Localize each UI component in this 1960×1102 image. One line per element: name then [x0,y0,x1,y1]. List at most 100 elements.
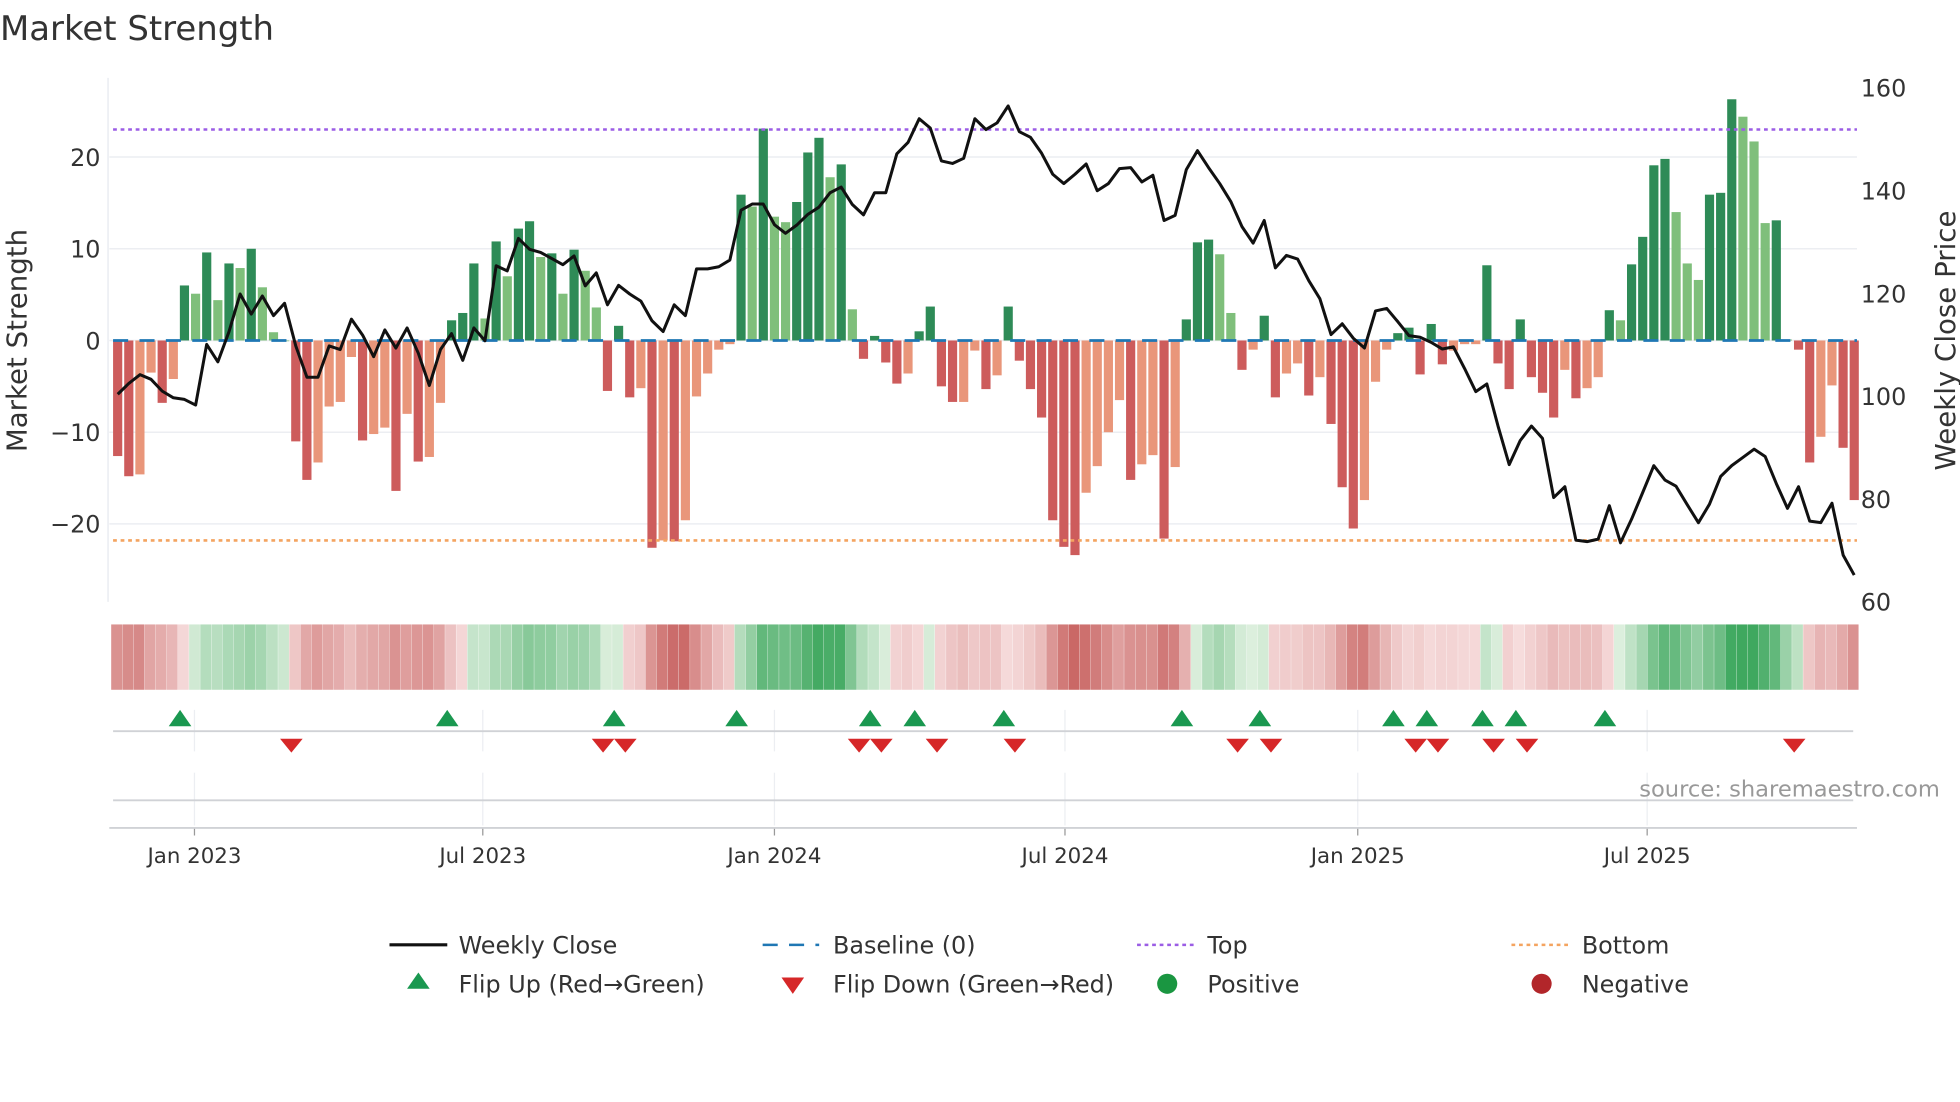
strength-strip-cell [1413,624,1425,690]
strength-bar [1048,340,1058,521]
strength-strip-cell [578,624,590,690]
strength-strip-cell [1725,624,1737,690]
strength-bar [213,300,223,341]
strength-bar [202,252,212,341]
strength-strip-cell [934,624,946,690]
strength-strip-cell [1480,624,1492,690]
strength-strip-cell [667,624,679,690]
strength-strip-cell [1012,624,1024,690]
strength-bar [1215,254,1225,341]
strength-strip-cell [1491,624,1503,690]
strength-strip-cell [701,624,712,690]
strength-bar [1337,340,1347,488]
strength-bar [647,340,657,548]
strength-strip-cell [1469,624,1481,690]
strength-strip-cell [1569,624,1581,690]
strength-bar [669,340,679,542]
strength-strip-cell [144,624,156,690]
strength-bar [1716,192,1726,341]
y-axis-label: Market Strength [0,229,33,452]
strength-strip-cell [745,624,757,690]
strength-bar [614,325,624,341]
strength-bar [747,206,757,341]
strength-strip-cell [912,624,924,690]
flip-down-marker [1482,738,1505,753]
strength-strip-cell [1280,624,1291,690]
strength-strip-cell [434,624,445,690]
strength-strip-cell [1691,624,1703,690]
strength-strip-cell [723,624,735,690]
strength-bar [803,152,813,341]
strength-strip-cell [1402,624,1414,690]
strength-bar [1593,340,1603,378]
strength-strip-cell [545,624,557,690]
strength-bar [1070,340,1080,556]
strength-bar [858,340,869,359]
strength-strip-cell [255,624,267,690]
strength-strip-cell [556,624,568,690]
legend-flip-up-icon [407,972,430,989]
strength-bar [1760,223,1770,341]
strength-strip-cell [311,624,323,690]
strength-strip-cell [923,624,935,690]
strength-strip-cell [166,624,178,690]
strength-strip-cell [511,624,523,690]
strength-bar [1025,340,1036,390]
strength-strip-cell [1035,624,1046,690]
strength-strip-cell [1190,624,1202,690]
strength-strip-cell [779,624,790,690]
strength-strip-cell [222,624,234,690]
strength-strip-cell [344,624,356,690]
strength-bar [1693,279,1703,341]
y2-tick-label: 160 [1861,75,1907,103]
y2-axis-label: Weekly Close Price [1929,211,1960,471]
strength-bar [1003,306,1013,341]
strength-bar [1148,340,1158,456]
strength-strip-cell [1769,624,1781,690]
strength-bar [458,312,468,341]
strength-strip-cell [1235,624,1247,690]
strength-bar [246,248,256,341]
strength-strip-cell [890,624,902,690]
strength-strip-cell [1602,624,1614,690]
flip-up-marker [1382,709,1405,727]
strength-strip-cell [1714,624,1725,690]
x-tick-label: Jan 2023 [145,844,241,869]
legend-baseline-label: Baseline (0) [833,932,976,960]
strength-bar [680,340,690,521]
x-tick-label: Jan 2025 [1309,844,1405,869]
strength-strip-cell [1202,624,1213,690]
strength-strip-cell [834,624,846,690]
strength-strip-cell [1135,624,1147,690]
strength-bar [625,340,635,398]
strength-bar [1081,340,1091,493]
strength-bar [1304,340,1314,396]
flip-up-marker [168,709,192,727]
y-tick-label: 10 [70,236,100,264]
strength-bar [1571,340,1581,399]
strength-bar [1482,265,1492,341]
strength-strip-cell [211,624,223,690]
strength-bar [992,340,1002,376]
strength-strip-cell [1613,624,1625,690]
strength-bar [1671,212,1681,341]
legend-weekly-close-label: Weekly Close [459,932,618,960]
x-tick-label: Jul 2023 [437,844,526,869]
strength-strip-cell [1424,624,1436,690]
strength-strip-cell [801,624,813,690]
strength-strip-cell [478,624,490,690]
legend: Weekly Close Baseline (0) Top Bottom Fli… [389,932,1689,999]
strength-strip-cell [812,624,824,690]
strength-strip-cell [333,624,345,690]
strength-bar [1560,340,1570,370]
flip-down-marker [1404,738,1427,753]
strength-bar [1137,340,1147,465]
strength-bar [1805,340,1815,463]
flip-up-marker [992,709,1016,727]
strength-strip-cell [1636,624,1648,690]
flip-down-marker [1226,738,1249,753]
strength-bar [892,340,902,384]
strength-bar [780,222,791,341]
strength-bar [1615,320,1626,341]
strength-bar [1849,340,1859,501]
